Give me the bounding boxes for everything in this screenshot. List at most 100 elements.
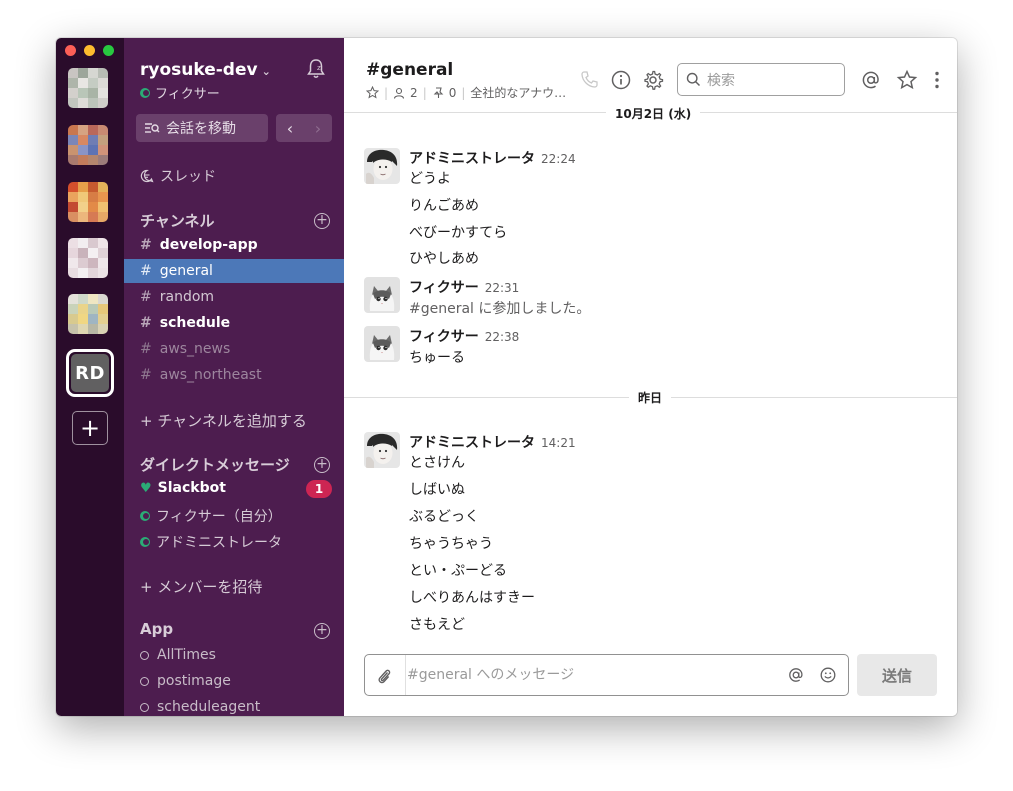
slack-window: RD + ryosuke-dev ⌄ フィクサー z 会話を移動 ‹ › スレッ… <box>56 38 957 716</box>
threads-icon <box>140 169 154 183</box>
hash-icon: # <box>140 237 152 253</box>
mentions-icon[interactable] <box>860 69 882 91</box>
channel-label: aws_northeast <box>159 367 262 383</box>
message-text: ちゃうちゃう <box>409 536 493 552</box>
star-icon[interactable] <box>366 86 379 99</box>
message-text: べびーかすてら <box>409 225 508 241</box>
close-window-button[interactable] <box>65 45 76 56</box>
history-back-button[interactable]: ‹ <box>276 114 304 142</box>
channels-heading[interactable]: チャンネル <box>140 210 215 231</box>
info-icon[interactable] <box>610 69 632 91</box>
channel-title[interactable]: #general <box>366 60 453 80</box>
message-timestamp[interactable]: 22:38 <box>485 330 520 344</box>
avatar[interactable] <box>364 277 400 313</box>
workspace-rail: RD + <box>56 38 124 716</box>
message-text: とさけん <box>409 455 465 471</box>
message-text: りんごあめ <box>409 198 479 214</box>
dm-label: Slackbot <box>157 480 226 496</box>
app-item-postimage[interactable]: postimage <box>140 673 231 689</box>
app-item-alltimes[interactable]: AllTimes <box>140 647 216 663</box>
channel-topic[interactable]: 全社的なアナウ… <box>470 84 566 101</box>
workspace-icon-4[interactable] <box>68 238 108 278</box>
gear-icon[interactable] <box>642 69 664 91</box>
channel-item-schedule[interactable]: # schedule <box>124 311 344 335</box>
direct-messages-heading[interactable]: ダイレクトメッセージ <box>140 454 290 475</box>
user-status[interactable]: フィクサー <box>140 83 220 102</box>
starred-items-icon[interactable] <box>896 69 918 91</box>
add-dm-icon[interactable]: + <box>314 457 330 473</box>
message-timestamp[interactable]: 22:31 <box>485 281 520 295</box>
workspace-icon-2[interactable] <box>68 125 108 165</box>
add-channel-link[interactable]: + チャンネルを追加する <box>140 410 307 431</box>
dm-label: アドミニストレータ <box>156 535 282 551</box>
unread-badge: 1 <box>306 480 332 498</box>
message-input[interactable] <box>407 656 772 694</box>
channel-sidebar: ryosuke-dev ⌄ フィクサー z 会話を移動 ‹ › スレッド チャン… <box>124 38 344 716</box>
app-item-scheduleagent[interactable]: scheduleagent <box>140 699 260 715</box>
add-workspace-button[interactable]: + <box>72 411 108 445</box>
emoji-icon[interactable] <box>819 666 837 684</box>
presence-icon <box>140 537 150 547</box>
message-text: ひやしあめ <box>409 251 479 267</box>
workspace-icon-current[interactable]: RD <box>66 349 114 397</box>
message-timestamp[interactable]: 22:24 <box>541 152 576 166</box>
channel-item-aws-northeast[interactable]: # aws_northeast <box>124 363 344 387</box>
member-icon <box>393 87 405 99</box>
message-author[interactable]: アドミニストレータ <box>409 432 535 452</box>
add-channel-icon[interactable]: + <box>314 213 330 229</box>
hash-icon: # <box>140 263 152 279</box>
avatar[interactable] <box>364 432 400 468</box>
message-header: アドミニストレータ 14:21 <box>409 432 576 452</box>
dm-item-fixer-self[interactable]: フィクサー（自分） <box>140 506 282 526</box>
invite-members-link[interactable]: + メンバーを招待 <box>140 576 262 597</box>
jump-list-icon <box>145 123 160 133</box>
notification-bell-icon[interactable]: z <box>306 58 326 80</box>
message-author[interactable]: フィクサー <box>409 326 479 346</box>
app-label: scheduleagent <box>157 699 261 715</box>
channel-label: aws_news <box>159 341 231 357</box>
workspace-icon-1[interactable] <box>68 68 108 108</box>
phone-icon[interactable] <box>578 69 600 91</box>
channel-item-random[interactable]: # random <box>124 285 344 309</box>
date-divider-label[interactable]: 10月2日 (水) <box>606 105 701 122</box>
member-count[interactable]: 2 <box>410 86 418 100</box>
send-button[interactable]: 送信 <box>857 654 937 696</box>
avatar[interactable] <box>364 326 400 362</box>
mention-icon[interactable] <box>787 666 805 684</box>
search-placeholder: 検索 <box>707 72 735 89</box>
history-forward-button[interactable]: › <box>304 114 332 142</box>
heart-icon: ♥ <box>140 480 152 496</box>
message-author[interactable]: アドミニストレータ <box>409 148 535 168</box>
channel-item-general[interactable]: # general <box>124 259 344 283</box>
zoom-window-button[interactable] <box>103 45 114 56</box>
message-timestamp[interactable]: 14:21 <box>541 436 576 450</box>
threads-link[interactable]: スレッド <box>140 166 216 186</box>
dm-item-administrator[interactable]: アドミニストレータ <box>140 532 282 552</box>
window-controls <box>65 45 114 56</box>
apps-heading[interactable]: App <box>140 620 173 638</box>
workspace-name-menu[interactable]: ryosuke-dev ⌄ <box>140 60 271 80</box>
date-divider-label[interactable]: 昨日 <box>629 389 672 406</box>
more-options-icon[interactable] <box>926 69 948 91</box>
app-label: AllTimes <box>157 647 216 663</box>
message-text: しべりあんはすきー <box>409 590 535 606</box>
search-box[interactable]: 検索 <box>677 63 845 96</box>
channel-item-aws-news[interactable]: # aws_news <box>124 337 344 361</box>
offline-presence-icon <box>140 702 149 712</box>
message-text: ぶるどっく <box>409 509 479 525</box>
message-text: とい・ぷーどる <box>409 563 507 579</box>
avatar[interactable] <box>364 148 400 184</box>
minimize-window-button[interactable] <box>84 45 95 56</box>
pin-count[interactable]: 0 <box>449 86 457 100</box>
channel-item-develop-app[interactable]: # develop-app <box>124 233 344 257</box>
dm-item-slackbot[interactable]: ♥ Slackbot <box>140 480 226 496</box>
pin-icon <box>433 86 444 98</box>
jump-to-conversation-button[interactable]: 会話を移動 <box>136 114 268 142</box>
channel-label: general <box>159 263 213 279</box>
message-text: どうよ <box>409 171 451 187</box>
paperclip-icon[interactable] <box>375 666 393 686</box>
workspace-icon-5[interactable] <box>68 294 108 334</box>
message-author[interactable]: フィクサー <box>409 277 479 297</box>
add-app-icon[interactable]: + <box>314 623 330 639</box>
workspace-icon-3[interactable] <box>68 182 108 222</box>
